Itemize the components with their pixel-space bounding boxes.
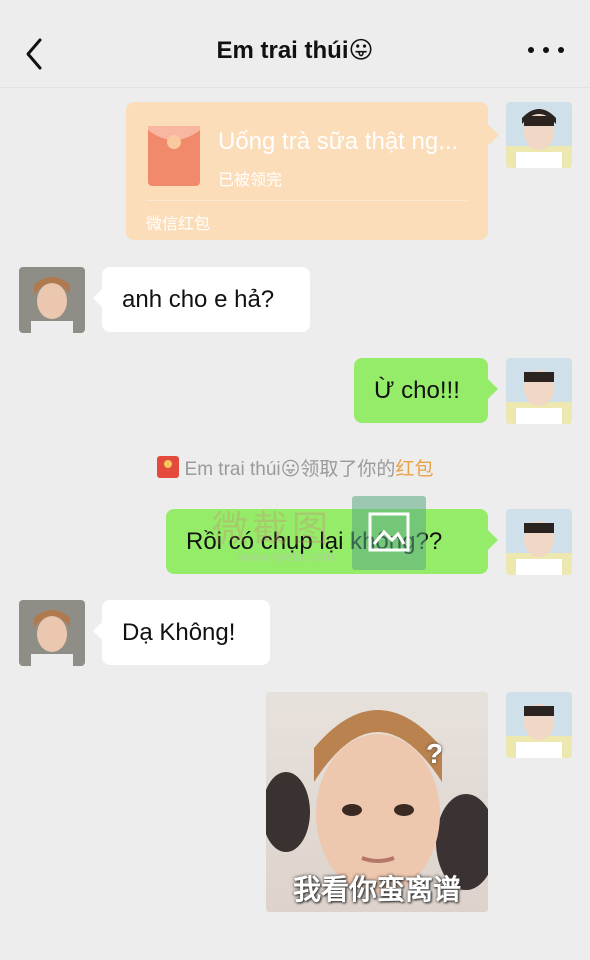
bubble-tail xyxy=(93,288,113,308)
avatar-self-image xyxy=(506,509,572,575)
sticker-question-mark: ? xyxy=(426,738,444,769)
avatar-self-image xyxy=(506,358,572,424)
avatar-self[interactable] xyxy=(506,509,572,575)
red-packet-card[interactable]: Uống trà sữa thật ng... 已被领完 微信红包 xyxy=(126,102,499,240)
bubble-tail xyxy=(478,530,498,550)
avatar-self[interactable] xyxy=(506,358,572,424)
system-message-link[interactable]: 红包 xyxy=(395,459,433,480)
red-packet-icon xyxy=(146,122,202,188)
bubble-tail xyxy=(478,379,498,399)
more-options-button[interactable] xyxy=(528,40,564,60)
avatar-contact-image xyxy=(19,267,85,333)
message-bubble-received[interactable]: anh cho e hả? xyxy=(93,267,310,332)
red-packet-footer: 微信红包 xyxy=(146,216,211,233)
more-dot xyxy=(558,47,564,53)
red-packet-status: 已被领完 xyxy=(218,172,283,189)
sticker-caption: 我看你蛮离谱 xyxy=(292,874,461,905)
avatar-contact[interactable] xyxy=(19,267,85,333)
red-packet-title: Uống trà sữa thật ng... xyxy=(218,128,459,155)
chat-title: Em trai thúi😛 xyxy=(216,37,374,64)
chat-header: Em trai thúi😛 xyxy=(0,0,590,88)
message-text: Ừ cho!!! xyxy=(374,376,460,404)
watermark: 微截图 www.vjietu.com xyxy=(212,496,432,574)
watermark-url: www.vjietu.com xyxy=(238,548,335,564)
message-text: Dạ Không! xyxy=(122,618,236,646)
system-message-prefix: Em trai thúi😛领取了你的 xyxy=(184,458,396,480)
avatar-self-image xyxy=(506,692,572,758)
system-message-text: Em trai thúi😛领取了你的红包 xyxy=(185,454,434,481)
avatar-self[interactable] xyxy=(506,102,572,168)
avatar-contact-image xyxy=(19,600,85,666)
more-dot xyxy=(543,47,549,53)
watermark-text: 微截图 xyxy=(212,508,333,549)
bubble-tail xyxy=(93,621,113,641)
red-packet-icon xyxy=(156,456,179,478)
more-dots-icon xyxy=(528,47,534,53)
message-bubble-sent[interactable]: Ừ cho!!! xyxy=(354,358,498,423)
watermark-logo-icon xyxy=(352,496,426,570)
avatar-self-image xyxy=(506,102,572,168)
avatar-contact[interactable] xyxy=(19,600,85,666)
sticker-image[interactable]: ? 我看你蛮离谱 xyxy=(266,692,488,912)
message-text: anh cho e hả? xyxy=(122,285,275,313)
avatar-self[interactable] xyxy=(506,692,572,758)
red-packet-divider xyxy=(146,200,468,201)
message-bubble-received[interactable]: Dạ Không! xyxy=(93,600,270,665)
system-message: Em trai thúi😛领取了你的红包 xyxy=(0,454,590,480)
bubble-tail xyxy=(479,125,499,145)
